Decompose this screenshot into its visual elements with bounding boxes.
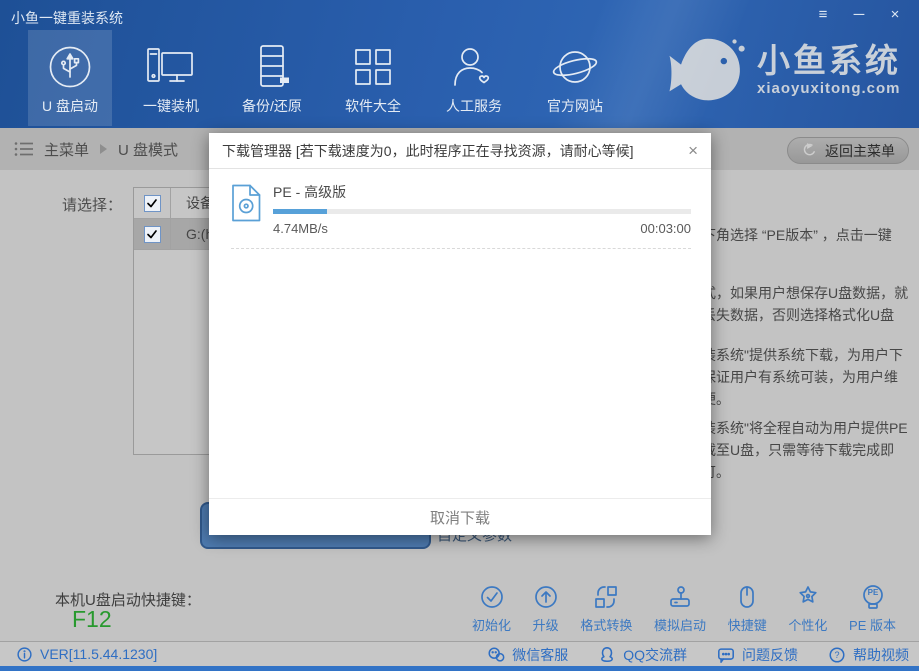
help-text-line: 载至U盘，只需等待下载完成即 [702, 440, 894, 460]
help-text-line: 丢失数据，否则选择格式化U盘 [702, 305, 894, 325]
progress-fill [273, 209, 327, 214]
back-to-main-menu-button[interactable]: 返回主菜单 [787, 137, 909, 164]
svg-text:PE: PE [867, 588, 878, 597]
breadcrumb-root[interactable]: 主菜单 [44, 139, 89, 160]
svg-text:?: ? [834, 650, 839, 660]
breadcrumb-current: U 盘模式 [118, 139, 178, 160]
tool-pe-version[interactable]: PE PE 版本 [849, 584, 896, 634]
help-text-line: 式，如果用户想保存U盘数据，就 [702, 283, 908, 303]
dialog-footer: 取消下载 [209, 498, 711, 535]
qq-icon [598, 646, 616, 664]
back-arrow-icon [801, 142, 818, 159]
hotkey-mouse-icon [734, 584, 760, 610]
support-icon [451, 42, 497, 92]
tool-personalize[interactable]: 个性化 [788, 584, 827, 634]
nav-item-official-website[interactable]: 官方网站 [533, 30, 617, 126]
dialog-close-button[interactable]: × [688, 142, 698, 159]
cancel-download-button[interactable]: 取消下载 [430, 507, 490, 528]
tool-format-convert[interactable]: 格式转换 [580, 584, 632, 634]
download-item-name: PE - 高级版 [273, 182, 691, 202]
feedback-icon [717, 646, 735, 664]
tool-initialize[interactable]: 初始化 [472, 584, 511, 634]
window-bottom-border [0, 666, 919, 671]
status-links: 微信客服 QQ交流群 问题反馈 [487, 642, 909, 667]
window-title: 小鱼一键重装系统 [11, 8, 123, 28]
wechat-icon [487, 646, 505, 664]
download-speed: 4.74MB/s [273, 221, 328, 236]
fish-logo-icon [665, 34, 747, 106]
window-menu-button[interactable]: ≡ [813, 4, 833, 24]
nav-item-backup-restore[interactable]: 备份/还原 [230, 30, 314, 126]
upgrade-icon [533, 584, 559, 610]
window-controls: ≡ ─ × [813, 4, 905, 24]
tool-simulate-boot[interactable]: 模拟启动 [654, 584, 706, 634]
nav-item-software-collection[interactable]: 软件大全 [331, 30, 415, 126]
help-text-line: 下角选择 “PE版本” ，点击一键 [702, 225, 892, 245]
header: 小鱼一键重装系统 ≡ ─ × U 盘启动 [0, 0, 919, 128]
usb-boot-hotkey-value: F12 [72, 606, 112, 633]
status-bar: VER[11.5.44.1230] 微信客服 QQ交流群 [0, 641, 919, 666]
main-nav: U 盘启动 一键装机 [28, 30, 617, 126]
nav-label: 备份/还原 [242, 96, 302, 116]
help-text-line: 装系统"将全程自动为用户提供PE [702, 418, 908, 438]
progress-bar [273, 209, 691, 214]
nav-item-one-click-install[interactable]: 一键装机 [129, 30, 213, 126]
nav-item-human-service[interactable]: 人工服务 [432, 30, 516, 126]
nav-item-usb-boot[interactable]: U 盘启动 [28, 30, 112, 126]
version-label: VER[11.5.44.1230] [40, 646, 157, 662]
nav-label: 一键装机 [143, 96, 199, 116]
help-text-line: 装系统"提供系统下载，为用户下 [702, 345, 903, 365]
window-minimize-button[interactable]: ─ [849, 4, 869, 24]
info-icon [16, 646, 33, 663]
select-device-label: 请选择： [62, 194, 122, 215]
tool-hotkey[interactable]: 快捷键 [728, 584, 767, 634]
nav-label: 人工服务 [446, 96, 502, 116]
window-close-button[interactable]: × [885, 4, 905, 24]
dialog-title: 下载管理器 [若下载速度为0，此时程序正在寻找资源，请耐心等候] [222, 141, 633, 161]
device-row-checkbox[interactable] [144, 226, 161, 243]
version-info[interactable]: VER[11.5.44.1230] [16, 646, 157, 663]
qq-group-link[interactable]: QQ交流群 [598, 645, 687, 665]
pe-version-icon: PE [860, 584, 886, 610]
simulate-boot-icon [667, 584, 693, 610]
format-convert-icon [593, 584, 619, 610]
disc-file-icon [231, 184, 261, 222]
download-time-remaining: 00:03:00 [640, 221, 691, 236]
download-item: PE - 高级版 4.74MB/s 00:03:00 [209, 169, 711, 236]
brand-domain: xiaoyuxitong.com [757, 80, 901, 97]
back-button-label: 返回主菜单 [825, 141, 895, 161]
help-video-link[interactable]: ? 帮助视频 [828, 645, 909, 665]
personalize-icon [795, 584, 821, 610]
help-text-line: 保证用户有系统可装，为用户维 [702, 367, 898, 387]
app-window: 小鱼一键重装系统 ≡ ─ × U 盘启动 [0, 0, 919, 671]
init-icon [479, 584, 505, 610]
help-video-icon: ? [828, 646, 846, 664]
feedback-link[interactable]: 问题反馈 [717, 645, 798, 665]
download-manager-dialog: 下载管理器 [若下载速度为0，此时程序正在寻找资源，请耐心等候] × PE - … [209, 133, 711, 535]
brand-logo: 小鱼系统 xiaoyuxitong.com [665, 34, 901, 106]
brand-name: 小鱼系统 [757, 44, 901, 77]
nav-label: 软件大全 [345, 96, 401, 116]
nav-label: U 盘启动 [42, 96, 98, 116]
select-all-checkbox[interactable] [144, 195, 161, 212]
dialog-header: 下载管理器 [若下载速度为0，此时程序正在寻找资源，请耐心等候] × [209, 133, 711, 169]
computer-icon [146, 42, 196, 92]
tool-upgrade[interactable]: 升级 [533, 584, 559, 634]
usb-icon [47, 42, 93, 92]
wechat-support-link[interactable]: 微信客服 [487, 645, 568, 665]
dialog-divider [231, 248, 691, 249]
nav-label: 官方网站 [547, 96, 603, 116]
apps-icon [352, 42, 394, 92]
menu-list-icon [14, 141, 34, 157]
backup-icon [252, 42, 292, 92]
website-icon [550, 42, 600, 92]
breadcrumb-separator-icon [100, 144, 107, 154]
footer-toolbar: 初始化 升级 格式转换 [472, 584, 896, 634]
